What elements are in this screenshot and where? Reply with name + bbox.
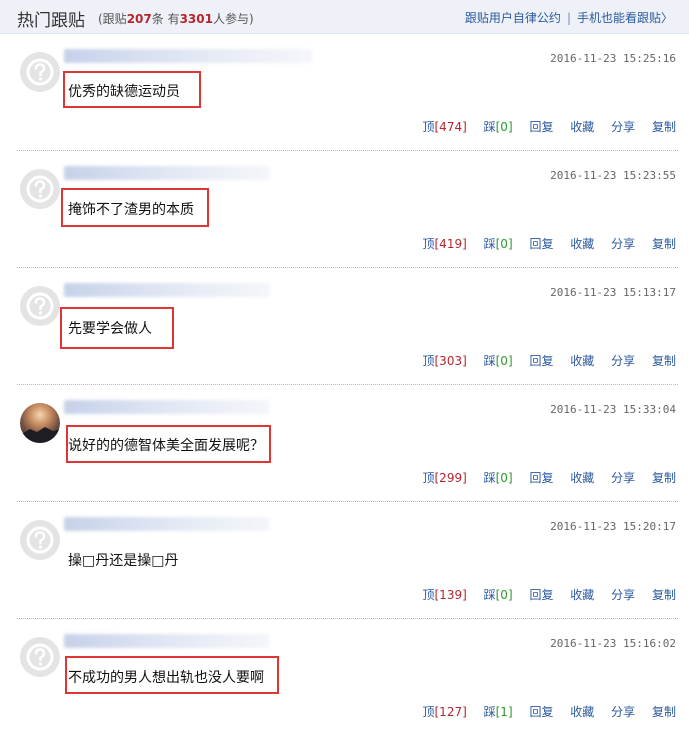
favorite-button[interactable]: 收藏 bbox=[570, 354, 594, 368]
copy-button[interactable]: 复制 bbox=[652, 588, 676, 602]
section-title: 热门跟贴 bbox=[17, 11, 85, 31]
share-button[interactable]: 分享 bbox=[611, 120, 635, 134]
copy-button[interactable]: 复制 bbox=[652, 705, 676, 719]
copy-button[interactable]: 复制 bbox=[652, 354, 676, 368]
downvote-button[interactable]: 踩[0] bbox=[484, 588, 513, 602]
favorite-button[interactable]: 收藏 bbox=[570, 705, 594, 719]
comment-text: 操□丹还是操□丹 bbox=[68, 553, 179, 569]
comment-count: 207 bbox=[126, 12, 152, 26]
share-button[interactable]: 分享 bbox=[611, 588, 635, 602]
conduct-rules-link[interactable]: 跟贴用户自律公约 bbox=[465, 11, 561, 25]
upvote-button[interactable]: 顶[127] bbox=[422, 705, 466, 719]
comment-actions: 顶[299] 踩[0] 回复 收藏 分享 复制 bbox=[422, 469, 676, 486]
stats-prefix: (跟贴 bbox=[98, 12, 127, 26]
upvote-button[interactable]: 顶[299] bbox=[422, 471, 466, 485]
post-time: 2016-11-23 15:33:04 bbox=[550, 403, 676, 416]
header-links: 跟贴用户自律公约 | 手机也能看跟贴〉 bbox=[465, 9, 673, 26]
comment-text: 先要学会做人 bbox=[68, 321, 152, 337]
share-button[interactable]: 分享 bbox=[611, 354, 635, 368]
downvote-button[interactable]: 踩[0] bbox=[484, 471, 513, 485]
user-avatar[interactable] bbox=[20, 403, 60, 443]
post-time: 2016-11-23 15:20:17 bbox=[550, 520, 676, 533]
comments-header: 热门跟贴 (跟贴207条 有3301人参与) 跟贴用户自律公约 | 手机也能看跟贴〉 bbox=[0, 0, 689, 34]
blurred-username[interactable] bbox=[64, 283, 270, 297]
comment-actions: 顶[139] 踩[0] 回复 收藏 分享 复制 bbox=[422, 586, 676, 603]
reply-button[interactable]: 回复 bbox=[529, 120, 553, 134]
copy-button[interactable]: 复制 bbox=[652, 471, 676, 485]
reply-button[interactable]: 回复 bbox=[529, 705, 553, 719]
default-avatar-icon[interactable] bbox=[20, 286, 60, 326]
downvote-button[interactable]: 踩[0] bbox=[484, 354, 513, 368]
comment-item: 2016-11-23 15:23:55 掩饰不了渣男的本质 顶[419] 踩[0… bbox=[0, 151, 689, 268]
downvote-button[interactable]: 踩[1] bbox=[484, 705, 513, 719]
blurred-username[interactable] bbox=[64, 49, 312, 63]
comment-item: 2016-11-23 15:16:02 不成功的男人想出轨也没人要啊 顶[127… bbox=[0, 619, 689, 730]
reply-button[interactable]: 回复 bbox=[529, 588, 553, 602]
comment-item: 2016-11-23 15:25:16 优秀的缺德运动员 顶[474] 踩[0]… bbox=[0, 34, 689, 151]
copy-button[interactable]: 复制 bbox=[652, 120, 676, 134]
comment-actions: 顶[419] 踩[0] 回复 收藏 分享 复制 bbox=[422, 235, 676, 252]
reply-button[interactable]: 回复 bbox=[529, 354, 553, 368]
comment-text: 掩饰不了渣男的本质 bbox=[68, 202, 194, 218]
upvote-button[interactable]: 顶[419] bbox=[422, 237, 466, 251]
favorite-button[interactable]: 收藏 bbox=[570, 471, 594, 485]
comment-text: 优秀的缺德运动员 bbox=[68, 84, 180, 100]
comment-stats: (跟贴207条 有3301人参与) bbox=[98, 10, 254, 27]
blurred-username[interactable] bbox=[64, 517, 270, 531]
stats-suffix: 人参与) bbox=[212, 12, 254, 26]
blurred-username[interactable] bbox=[64, 634, 270, 648]
default-avatar-icon[interactable] bbox=[20, 520, 60, 560]
blurred-username[interactable] bbox=[64, 400, 270, 414]
comment-item: 2016-11-23 15:20:17 操□丹还是操□丹 顶[139] 踩[0]… bbox=[0, 502, 689, 619]
comment-item: 2016-11-23 15:13:17 先要学会做人 顶[303] 踩[0] 回… bbox=[0, 268, 689, 385]
post-time: 2016-11-23 15:16:02 bbox=[550, 637, 676, 650]
default-avatar-icon[interactable] bbox=[20, 637, 60, 677]
copy-button[interactable]: 复制 bbox=[652, 237, 676, 251]
participant-count: 3301 bbox=[179, 12, 213, 26]
reply-button[interactable]: 回复 bbox=[529, 471, 553, 485]
comment-item: 2016-11-23 15:33:04 说好的的德智体美全面发展呢？ 顶[299… bbox=[0, 385, 689, 502]
comment-text: 说好的的德智体美全面发展呢？ bbox=[68, 438, 264, 454]
post-time: 2016-11-23 15:13:17 bbox=[550, 286, 676, 299]
default-avatar-icon[interactable] bbox=[20, 169, 60, 209]
stats-mid: 条 有 bbox=[151, 12, 180, 26]
post-time: 2016-11-23 15:25:16 bbox=[550, 52, 676, 65]
comment-actions: 顶[474] 踩[0] 回复 收藏 分享 复制 bbox=[422, 118, 676, 135]
share-button[interactable]: 分享 bbox=[611, 705, 635, 719]
post-time: 2016-11-23 15:23:55 bbox=[550, 169, 676, 182]
favorite-button[interactable]: 收藏 bbox=[570, 588, 594, 602]
comment-text: 不成功的男人想出轨也没人要啊 bbox=[68, 670, 264, 686]
downvote-button[interactable]: 踩[0] bbox=[484, 237, 513, 251]
comment-actions: 顶[303] 踩[0] 回复 收藏 分享 复制 bbox=[422, 352, 676, 369]
blurred-username[interactable] bbox=[64, 166, 270, 180]
share-button[interactable]: 分享 bbox=[611, 471, 635, 485]
downvote-button[interactable]: 踩[0] bbox=[484, 120, 513, 134]
reply-button[interactable]: 回复 bbox=[529, 237, 553, 251]
share-button[interactable]: 分享 bbox=[611, 237, 635, 251]
upvote-button[interactable]: 顶[139] bbox=[422, 588, 466, 602]
upvote-button[interactable]: 顶[303] bbox=[422, 354, 466, 368]
comment-actions: 顶[127] 踩[1] 回复 收藏 分享 复制 bbox=[422, 703, 676, 720]
mobile-view-link[interactable]: 手机也能看跟贴〉 bbox=[577, 11, 673, 25]
favorite-button[interactable]: 收藏 bbox=[570, 237, 594, 251]
default-avatar-icon[interactable] bbox=[20, 52, 60, 92]
upvote-button[interactable]: 顶[474] bbox=[422, 120, 466, 134]
link-separator: | bbox=[566, 11, 571, 25]
favorite-button[interactable]: 收藏 bbox=[570, 120, 594, 134]
